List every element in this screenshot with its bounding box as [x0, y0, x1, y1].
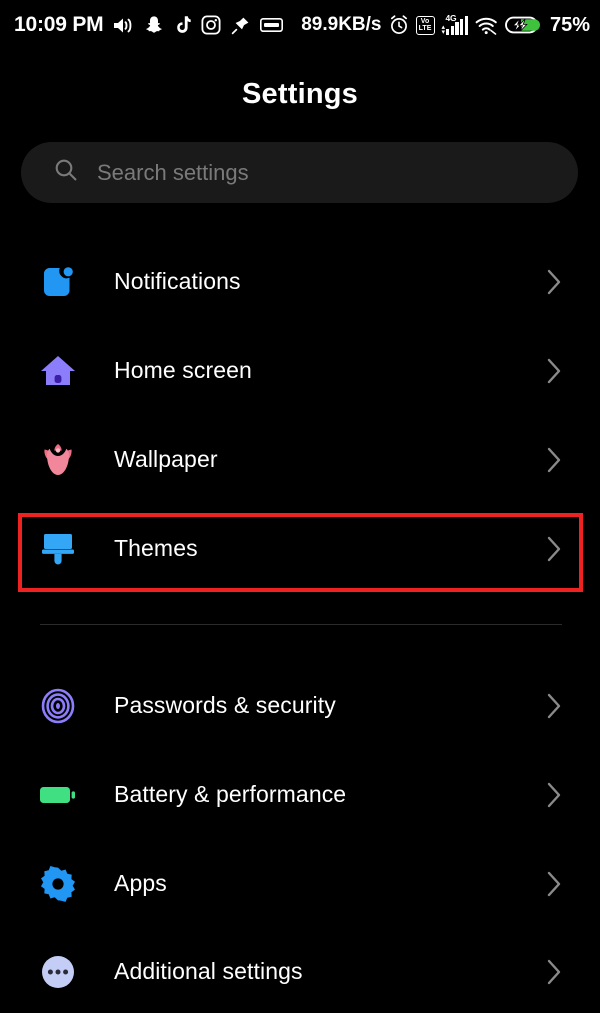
home-icon: [35, 348, 81, 394]
settings-row-label: Notifications: [114, 268, 241, 294]
flower-icon: [35, 437, 81, 483]
chevron-right-icon[interactable]: [546, 781, 562, 809]
settings-row-notifications[interactable]: Notifications: [0, 237, 600, 326]
chevron-right-icon[interactable]: [546, 446, 562, 474]
instagram-icon: [201, 15, 221, 35]
search-icon: [53, 157, 79, 188]
settings-row-wallpaper[interactable]: Wallpaper: [0, 415, 600, 504]
tiktok-icon: [174, 15, 192, 35]
gear-icon: [35, 861, 81, 907]
chevron-right-icon[interactable]: [546, 357, 562, 385]
chevron-right-icon[interactable]: [546, 870, 562, 898]
chevron-right-icon[interactable]: [546, 958, 562, 986]
battery-icon: [35, 772, 81, 818]
search-placeholder: Search settings: [97, 159, 249, 185]
settings-row-label: Home screen: [114, 357, 252, 383]
search-input[interactable]: Search settings: [21, 142, 578, 203]
volume-icon: [112, 16, 134, 35]
settings-row-label: Wallpaper: [114, 446, 218, 472]
volte-icon: Vo LTE: [415, 15, 435, 35]
messenger-icon: [260, 18, 284, 32]
battery-percent: 75%: [549, 13, 590, 36]
settings-row-passwords-security[interactable]: Passwords & security: [0, 661, 600, 750]
settings-row-label: Apps: [114, 870, 167, 896]
settings-row-label: Additional settings: [114, 958, 303, 984]
paintbrush-icon: [35, 526, 81, 572]
settings-row-label: Passwords & security: [114, 692, 336, 718]
settings-row-home-screen[interactable]: Home screen: [0, 326, 600, 415]
battery-charging-icon: [505, 15, 541, 35]
network-speed: 89.9KB/s: [301, 14, 382, 35]
status-bar: 10:09 PM 89.9KB/s Vo LTE ▴ ▾ 4G 75%: [0, 0, 600, 50]
page-title: Settings: [242, 78, 358, 110]
settings-screen: 10:09 PM 89.9KB/s Vo LTE ▴ ▾ 4G 75% Sett…: [0, 0, 600, 1013]
fingerprint-icon: [35, 683, 81, 729]
ellipsis-icon: [35, 949, 81, 995]
settings-row-themes[interactable]: Themes: [0, 504, 600, 593]
snapchat-icon: [144, 15, 164, 35]
status-bar-time: 10:09 PM: [14, 13, 104, 36]
settings-row-label: Themes: [114, 535, 198, 561]
pin-icon: [231, 16, 250, 35]
signal-icon: ▴ ▾ 4G: [442, 12, 468, 36]
chevron-right-icon[interactable]: [546, 535, 562, 563]
network-type-label: 4G: [445, 12, 457, 23]
settings-row-apps[interactable]: Apps: [0, 839, 600, 928]
notifications-icon: [35, 259, 81, 305]
settings-row-label: Battery & performance: [114, 781, 347, 807]
chevron-right-icon[interactable]: [546, 268, 562, 296]
wifi-icon: [475, 16, 498, 35]
settings-row-battery-performance[interactable]: Battery & performance: [0, 750, 600, 839]
settings-row-additional-settings[interactable]: Additional settings: [0, 927, 600, 1013]
chevron-right-icon[interactable]: [546, 692, 562, 720]
section-divider: [40, 624, 562, 625]
alarm-icon: [389, 15, 409, 35]
